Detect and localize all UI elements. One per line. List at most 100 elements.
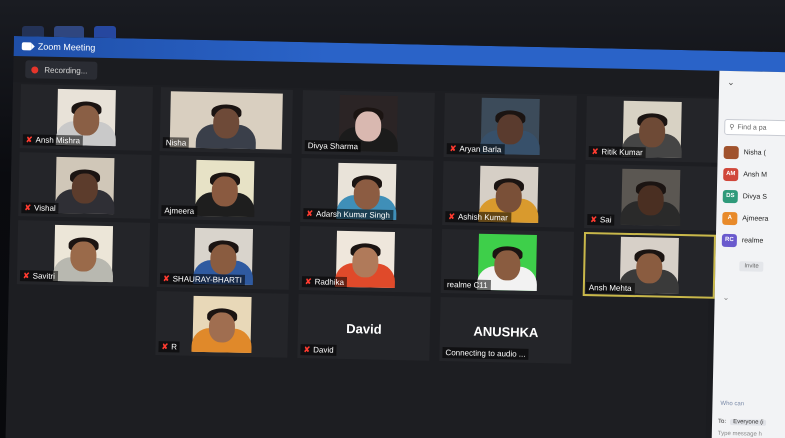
participant-name-label: ✘ Radhika <box>301 276 348 289</box>
recording-label: Recording... <box>44 65 88 76</box>
participant-name-label: Ansh Mehta <box>585 282 635 295</box>
participant-list-item[interactable]: DS Divya S <box>722 185 785 209</box>
video-tile[interactable]: ANUSHKA Connecting to audio ... <box>439 296 573 364</box>
participant-name-label: ✘ Vishal <box>21 202 59 214</box>
record-dot-icon <box>31 65 39 74</box>
participant-face <box>635 252 663 284</box>
video-tile[interactable]: ✘ Radhika <box>298 226 433 293</box>
participant-face <box>493 249 521 281</box>
chat-recipient-row: To: Everyone (i <box>718 418 767 426</box>
to-label: To: <box>718 418 727 425</box>
participant-face <box>71 172 99 204</box>
participant-face <box>495 181 523 213</box>
chat-collapse-chevron-icon[interactable]: ⌄ <box>723 293 730 302</box>
muted-mic-icon: ✘ <box>448 212 456 222</box>
participant-name: Savitri <box>32 271 56 281</box>
participant-list: Nisha ( AM Ansh M DS Divya S A Ajmeera RC realme <box>721 141 785 253</box>
participant-name-label: ✘ Savitri <box>19 270 59 282</box>
video-tile[interactable]: realme C11 <box>440 229 575 296</box>
collapse-chevron-icon[interactable]: ⌄ <box>727 77 735 88</box>
participant-name: Aryan Barla <box>459 144 502 155</box>
gallery-view: ✘ Ansh Mishra Nisha Divya Sharma ✘ Aryan Barl… <box>5 81 719 438</box>
muted-mic-icon: ✘ <box>161 342 169 352</box>
participant-face <box>211 175 239 207</box>
participant-name-label: ✘ SHAURAY-BHARTI <box>159 273 245 286</box>
participant-list-name: Nisha ( <box>743 148 766 157</box>
participant-name-label: realme C11 <box>443 279 491 292</box>
video-tile[interactable]: ✘ Adarsh Kumar Singh <box>300 158 434 225</box>
participant-name: Sai <box>599 215 612 225</box>
muted-mic-icon: ✘ <box>306 209 314 219</box>
participant-face <box>354 110 382 142</box>
participant-face <box>353 178 381 210</box>
video-tile[interactable]: Ansh Mehta <box>582 231 716 299</box>
participant-video <box>620 168 681 226</box>
search-placeholder: Find a pa <box>737 123 767 132</box>
participant-initials-avatar: AM <box>723 167 739 181</box>
participant-name: realme C11 <box>446 280 488 290</box>
video-tile[interactable]: ✘ SHAURAY-BHARTI <box>156 223 291 290</box>
recipient-select[interactable]: Everyone (i <box>730 419 767 426</box>
participant-name: Ansh Mehta <box>588 283 632 293</box>
participant-name: David <box>313 345 334 355</box>
muted-mic-icon: ✘ <box>303 345 311 355</box>
video-tile[interactable]: ✘ Vishal <box>18 152 152 219</box>
muted-mic-icon: ✘ <box>22 271 30 281</box>
video-tile[interactable]: Nisha <box>159 87 293 154</box>
participant-display-name: ANUSHKA <box>473 323 539 340</box>
participant-name: Ansh Mishra <box>35 135 81 146</box>
participant-name: R <box>171 342 178 352</box>
participant-list-name: Ajmeera <box>742 214 769 223</box>
video-tile[interactable]: Divya Sharma <box>301 90 435 157</box>
participant-initials-avatar: RC <box>721 233 738 247</box>
chat-permission-hint: Who can <box>720 400 745 408</box>
participant-name: Connecting to audio ... <box>445 348 526 359</box>
video-tile[interactable]: ✘ Sai <box>584 163 718 231</box>
participant-name-label: ✘ Sai <box>587 214 615 226</box>
muted-mic-icon: ✘ <box>162 274 170 284</box>
invite-button[interactable]: Invite <box>739 261 764 272</box>
participant-face <box>496 113 524 145</box>
participant-face <box>637 184 665 216</box>
video-tile[interactable]: ✘ Ritik Kumar <box>585 96 719 163</box>
video-tile[interactable]: ✘ Ashish Kumar <box>442 161 576 228</box>
participant-name: Adarsh Kumar Singh <box>315 209 390 220</box>
participant-list-item[interactable]: Nisha ( <box>723 141 785 165</box>
participant-video <box>194 159 255 218</box>
participant-initials-avatar: A <box>722 211 738 225</box>
participant-name-label: ✘ R <box>158 341 181 353</box>
muted-mic-icon: ✘ <box>449 144 457 154</box>
video-tile[interactable]: ✘ R <box>155 291 289 358</box>
participant-name-label: Ajmeera <box>161 205 198 217</box>
window-title: Zoom Meeting <box>37 41 96 53</box>
zoom-camera-icon <box>21 42 32 51</box>
participant-list-item[interactable]: A Ajmeera <box>722 207 785 231</box>
participant-name: Ajmeera <box>164 206 195 216</box>
participant-name: Vishal <box>34 203 56 213</box>
participant-name-label: ✘ Ritik Kumar <box>588 146 646 159</box>
participant-video <box>52 224 114 283</box>
chat-message-input[interactable]: Type message h <box>718 431 762 438</box>
participant-list-item[interactable]: RC realme <box>721 229 785 253</box>
video-tile[interactable]: ✘ Ansh Mishra <box>19 84 153 151</box>
participant-face <box>72 104 100 136</box>
participant-list-name: Divya S <box>742 192 767 201</box>
participant-video <box>191 295 252 354</box>
video-tile[interactable]: ✘ Aryan Barla <box>443 93 577 160</box>
search-icon: ⚲ <box>729 123 735 132</box>
participant-photo-avatar <box>723 145 739 159</box>
participant-search-input[interactable]: ⚲ Find a pa <box>724 118 785 137</box>
participant-list-name: realme <box>741 236 764 245</box>
video-tile[interactable]: David ✘ David <box>297 294 431 361</box>
participant-name-label: ✘ David <box>300 344 337 356</box>
video-tile[interactable]: Ajmeera <box>158 155 292 222</box>
participant-face <box>210 243 237 275</box>
participant-list-item[interactable]: AM Ansh M <box>723 163 785 187</box>
video-tile[interactable]: ✘ Savitri <box>16 220 151 287</box>
participant-name: Radhika <box>314 277 345 287</box>
participant-face <box>352 246 379 278</box>
participant-name: SHAURAY-BHARTI <box>172 274 242 285</box>
recording-indicator[interactable]: Recording... <box>25 60 98 80</box>
muted-mic-icon: ✘ <box>24 203 32 213</box>
participant-initials-avatar: DS <box>722 189 738 203</box>
